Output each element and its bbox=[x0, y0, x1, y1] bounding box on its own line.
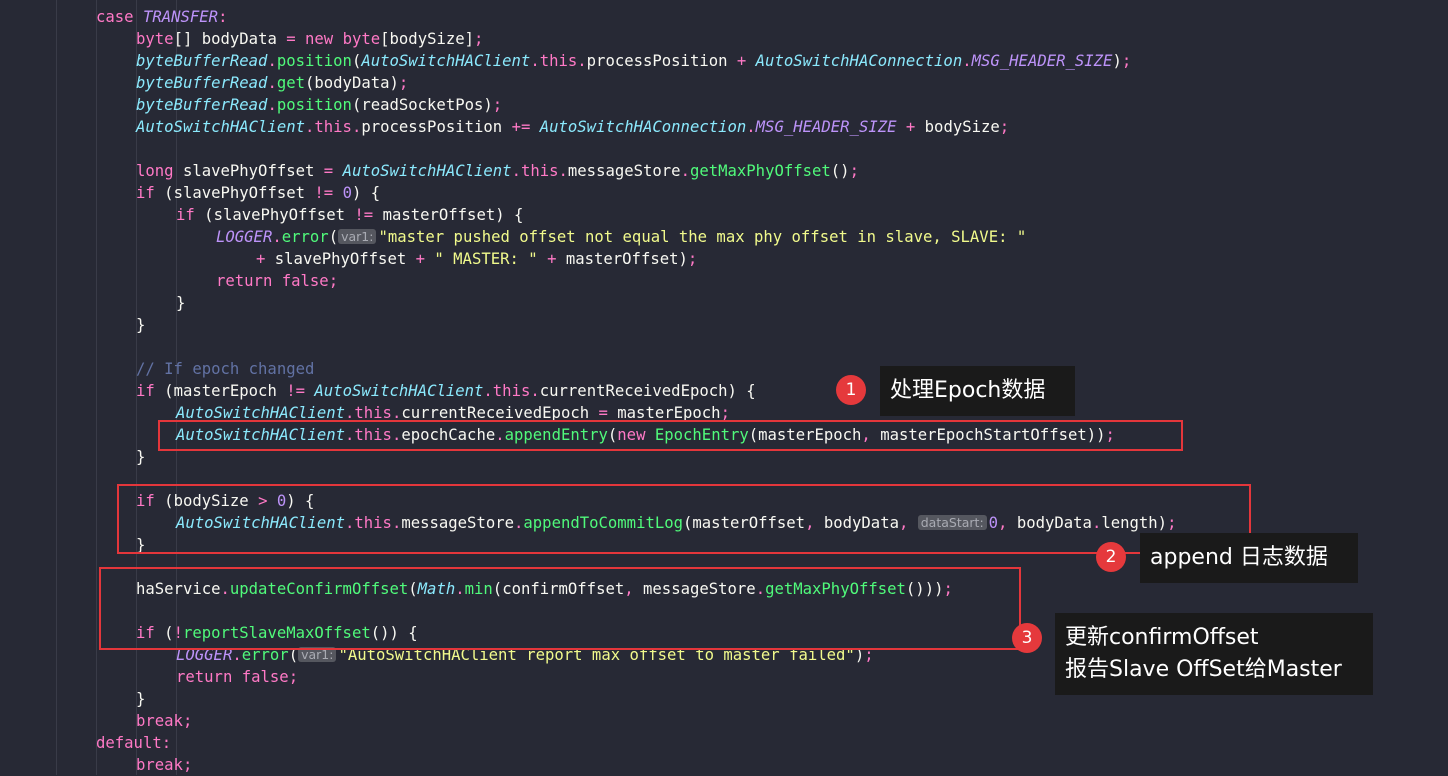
code-line: if (slavePhyOffset != 0) { bbox=[136, 184, 381, 202]
code-line: } bbox=[176, 294, 186, 312]
code-line: break; bbox=[136, 756, 193, 774]
code-line: long slavePhyOffset = AutoSwitchHAClient… bbox=[136, 162, 859, 180]
highlight-box-confirm bbox=[99, 567, 1021, 650]
annotation-callout-3: 更新confirmOffset 报告Slave OffSet给Master bbox=[1055, 613, 1373, 695]
code-line: } bbox=[136, 448, 146, 466]
code-line: // If epoch changed bbox=[136, 360, 315, 378]
annotation-callout-1: 处理Epoch数据 bbox=[880, 366, 1075, 416]
code-line: return false; bbox=[216, 272, 339, 290]
code-line: default: bbox=[96, 734, 172, 752]
highlight-box-append bbox=[117, 484, 1251, 554]
annotation-text: 处理Epoch数据 bbox=[890, 378, 1046, 403]
code-line: byteBufferRead.get(bodyData); bbox=[136, 74, 409, 92]
code-line: } bbox=[136, 690, 146, 708]
code-line: byteBufferRead.position(readSocketPos); bbox=[136, 96, 503, 114]
code-line: if (slavePhyOffset != masterOffset) { bbox=[176, 206, 524, 224]
parameter-hint: var1: bbox=[338, 229, 377, 244]
code-line: byteBufferRead.position(AutoSwitchHAClie… bbox=[136, 52, 1132, 70]
code-line: return false; bbox=[176, 668, 299, 686]
annotation-text: 报告Slave OffSet给Master bbox=[1065, 657, 1342, 682]
annotation-badge-2: 2 bbox=[1096, 542, 1126, 572]
code-line: break; bbox=[136, 712, 193, 730]
code-line: byte[] bodyData = new byte[bodySize]; bbox=[136, 30, 484, 48]
code-line: + slavePhyOffset + " MASTER: " + masterO… bbox=[256, 250, 698, 268]
annotation-badge-3: 3 bbox=[1012, 623, 1042, 653]
annotation-callout-2: append 日志数据 bbox=[1140, 533, 1358, 583]
code-line: AutoSwitchHAClient.this.processPosition … bbox=[136, 118, 1010, 136]
highlight-box-epoch bbox=[158, 420, 1183, 451]
annotation-text: append 日志数据 bbox=[1150, 545, 1328, 570]
code-line: case TRANSFER: bbox=[96, 8, 228, 26]
code-line: } bbox=[136, 316, 146, 334]
code-line: if (masterEpoch != AutoSwitchHAClient.th… bbox=[136, 382, 756, 400]
code-line: LOGGER.error(var1: "master pushed offset … bbox=[216, 228, 1027, 246]
annotation-badge-1: 1 bbox=[836, 375, 866, 405]
annotation-text: 更新confirmOffset bbox=[1065, 625, 1259, 650]
